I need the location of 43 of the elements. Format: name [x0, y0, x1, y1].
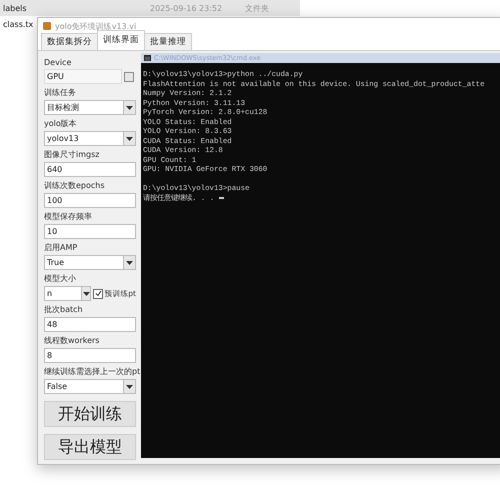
caret-icon: [126, 260, 133, 264]
dropdown[interactable]: False: [44, 379, 124, 394]
dropdown-button[interactable]: [124, 100, 136, 115]
dropdown[interactable]: 目标检测: [44, 100, 124, 115]
field-label: 图像尺寸imgsz: [44, 149, 100, 160]
field-label: 线程数workers: [44, 335, 100, 346]
dropdown[interactable]: True: [44, 255, 124, 270]
dropdown-button[interactable]: [124, 255, 136, 270]
file-row[interactable]: class.tx: [0, 16, 34, 32]
text-cursor: [218, 196, 224, 199]
tab[interactable]: 批量推理: [144, 33, 192, 50]
file-row[interactable]: labels 2025-09-16 23:52 文件夹: [0, 0, 300, 16]
dropdown-button[interactable]: [124, 379, 136, 394]
input-field[interactable]: 8: [44, 348, 136, 363]
device-button[interactable]: [124, 72, 134, 82]
input-field[interactable]: 640: [44, 162, 136, 177]
device-field[interactable]: GPU: [44, 69, 122, 84]
app-icon: [43, 22, 51, 30]
caret-icon: [126, 136, 133, 140]
dropdown[interactable]: yolov13: [44, 131, 124, 146]
field-label: 启用AMP: [44, 242, 78, 253]
field-label: 批次batch: [44, 304, 84, 315]
field-label: Device: [44, 58, 72, 67]
caret-icon: [82, 292, 90, 296]
caret-icon: [126, 384, 133, 388]
dropdown[interactable]: n: [44, 286, 82, 301]
field-label: 模型保存频率: [44, 211, 93, 222]
field-label: yolo版本: [44, 118, 78, 129]
input-field[interactable]: 48: [44, 317, 136, 332]
field-label: 训练次数epochs: [44, 180, 106, 191]
caret-icon: [126, 106, 133, 110]
dropdown-button[interactable]: [124, 131, 136, 146]
tab[interactable]: 数据集拆分: [41, 33, 98, 50]
window-title: yolo免环境训练v13.vi: [55, 20, 136, 32]
dropdown-button[interactable]: [82, 286, 92, 301]
console-icon: [144, 55, 151, 61]
action-button[interactable]: 开始训练: [44, 401, 136, 427]
input-field[interactable]: 10: [44, 224, 136, 239]
input-field[interactable]: 100: [44, 193, 136, 208]
checkbox[interactable]: [93, 288, 104, 298]
action-button[interactable]: 导出模型: [44, 434, 136, 460]
field-label: 模型大小: [44, 273, 77, 284]
field-label: 训练任务: [44, 87, 77, 98]
